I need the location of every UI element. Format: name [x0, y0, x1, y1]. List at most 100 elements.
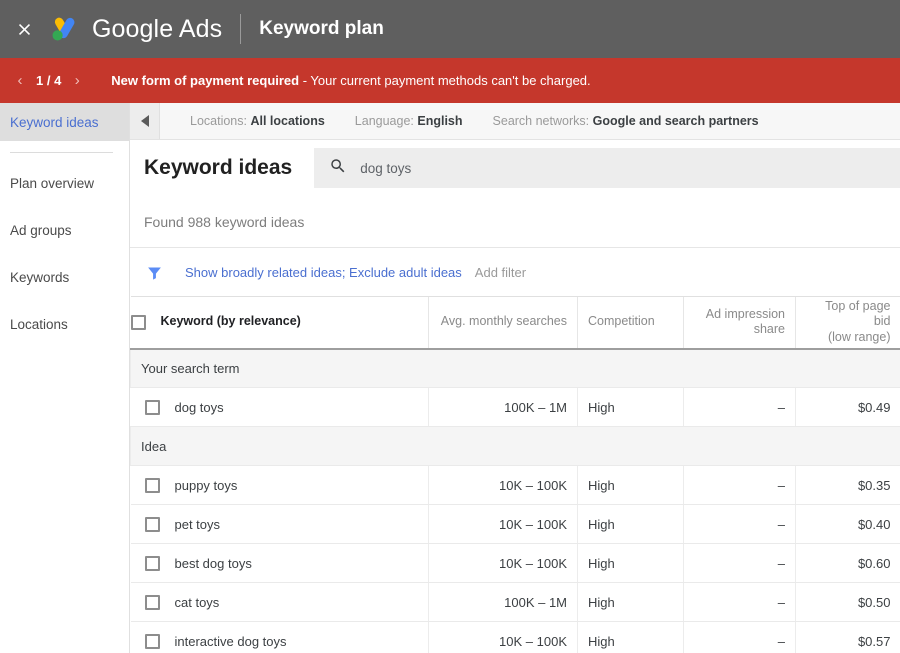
table-row[interactable]: dog toys 100K – 1M High – $0.49 — [131, 388, 900, 427]
cell-keyword: dog toys — [131, 388, 429, 427]
column-header-avg-monthly-searches[interactable]: Avg. monthly searches — [429, 297, 578, 349]
cell-keyword: puppy toys — [131, 466, 429, 505]
sidebar-item-keywords[interactable]: Keywords — [0, 258, 129, 296]
page-body: Keyword ideas Plan overview Ad groups Ke… — [0, 103, 900, 653]
cell-keyword-text: best dog toys — [175, 556, 252, 571]
cell-ad-impression-share: – — [684, 544, 796, 583]
table-row[interactable]: cat toys 100K – 1M High – $0.50 — [131, 583, 900, 622]
alert-message-body: - Your current payment methods can't be … — [299, 73, 591, 88]
cell-keyword-text: dog toys — [175, 400, 224, 415]
alert-message: New form of payment required - Your curr… — [111, 73, 590, 88]
collapse-triangle — [141, 115, 149, 127]
sidebar-item-plan-overview[interactable]: Plan overview — [0, 164, 129, 202]
google-ads-logo-icon — [46, 12, 80, 46]
cell-ad-impression-share: – — [684, 466, 796, 505]
active-filter-chip[interactable]: Show broadly related ideas; Exclude adul… — [185, 265, 462, 280]
table-row[interactable]: puppy toys 10K – 100K High – $0.35 — [131, 466, 900, 505]
header-divider — [240, 14, 241, 44]
row-checkbox[interactable] — [145, 478, 160, 493]
table-group-header-label: Your search term — [131, 349, 900, 388]
add-filter-button[interactable]: Add filter — [475, 265, 526, 280]
table-row[interactable]: pet toys 10K – 100K High – $0.40 — [131, 505, 900, 544]
column-header-competition[interactable]: Competition — [578, 297, 684, 349]
setting-locations[interactable]: Locations: All locations — [190, 114, 325, 128]
sidebar-item-ad-groups[interactable]: Ad groups — [0, 211, 129, 249]
column-header-bid-line1: Top of page bid — [825, 299, 890, 329]
sidebar-item-keyword-ideas[interactable]: Keyword ideas — [0, 103, 129, 141]
sidebar-item-label: Locations — [10, 317, 68, 332]
sidebar-gap — [0, 249, 129, 258]
row-checkbox[interactable] — [145, 400, 160, 415]
results-count-text: Found 988 keyword ideas — [144, 214, 304, 230]
brand-ads: Ads — [173, 15, 222, 43]
cell-ad-impression-share: – — [684, 622, 796, 653]
sidebar-gap — [0, 296, 129, 305]
cell-ad-impression-share: – — [684, 388, 796, 427]
close-icon[interactable] — [8, 13, 40, 45]
sidebar-gap — [0, 202, 129, 211]
cell-keyword: pet toys — [131, 505, 429, 544]
cell-top-of-page-bid: $0.35 — [796, 466, 900, 505]
cell-keyword-text: cat toys — [175, 595, 220, 610]
sidebar-item-label: Plan overview — [10, 176, 94, 191]
sidebar-nav: Keyword ideas Plan overview Ad groups Ke… — [0, 103, 130, 653]
cell-keyword-text: pet toys — [175, 517, 221, 532]
column-header-imp-line2: share — [754, 322, 785, 336]
cell-ad-impression-share: – — [684, 583, 796, 622]
filter-funnel-icon[interactable] — [146, 264, 163, 281]
cell-top-of-page-bid: $0.40 — [796, 505, 900, 544]
alert-next-icon[interactable]: › — [65, 69, 89, 93]
table-group-header: Idea — [131, 427, 900, 466]
setting-language-label: Language: — [355, 114, 414, 128]
setting-locations-value: All locations — [250, 114, 324, 128]
page-title: Keyword ideas — [144, 156, 292, 180]
cell-top-of-page-bid: $0.57 — [796, 622, 900, 653]
select-all-checkbox[interactable] — [131, 315, 146, 330]
alert-counter: 1 / 4 — [32, 73, 65, 88]
setting-networks-value: Google and search partners — [593, 114, 759, 128]
setting-networks-label: Search networks: — [493, 114, 590, 128]
row-checkbox[interactable] — [145, 517, 160, 532]
cell-top-of-page-bid: $0.49 — [796, 388, 900, 427]
row-checkbox[interactable] — [145, 595, 160, 610]
results-count-bar: Found 988 keyword ideas — [130, 196, 900, 248]
cell-competition: High — [578, 505, 684, 544]
table-group-header: Your search term — [131, 349, 900, 388]
cell-avg-monthly-searches: 10K – 100K — [429, 622, 578, 653]
cell-keyword: best dog toys — [131, 544, 429, 583]
table-header: Keyword (by relevance) Avg. monthly sear… — [131, 297, 900, 349]
collapse-left-icon[interactable] — [130, 103, 160, 139]
table-row[interactable]: interactive dog toys 10K – 100K High – $… — [131, 622, 900, 653]
column-header-bid-line2: (low range) — [828, 330, 891, 344]
cell-keyword-text: interactive dog toys — [175, 634, 287, 649]
setting-language[interactable]: Language: English — [355, 114, 463, 128]
column-header-top-of-page-bid[interactable]: Top of page bid (low range) — [796, 297, 900, 349]
column-header-ad-impression-share[interactable]: Ad impression share — [684, 297, 796, 349]
row-checkbox[interactable] — [145, 634, 160, 649]
plan-settings-bar: Locations: All locations Language: Engli… — [130, 103, 900, 140]
page-title-row: Keyword ideas dog toys — [130, 140, 900, 196]
brand-google: Google — [92, 15, 173, 43]
search-input[interactable]: dog toys — [314, 148, 900, 188]
cell-competition: High — [578, 583, 684, 622]
sidebar-item-locations[interactable]: Locations — [0, 305, 129, 343]
app-header: Google Ads Keyword plan — [0, 0, 900, 58]
column-header-keyword-label: Keyword (by relevance) — [161, 314, 301, 330]
row-checkbox[interactable] — [145, 556, 160, 571]
table-row[interactable]: best dog toys 10K – 100K High – $0.60 — [131, 544, 900, 583]
column-header-imp-line1: Ad impression — [706, 307, 785, 321]
cell-top-of-page-bid: $0.50 — [796, 583, 900, 622]
setting-locations-label: Locations: — [190, 114, 247, 128]
cell-top-of-page-bid: $0.60 — [796, 544, 900, 583]
search-input-value: dog toys — [360, 161, 411, 176]
cell-competition: High — [578, 544, 684, 583]
sidebar-item-label: Keyword ideas — [10, 115, 99, 130]
table-header-row: Keyword (by relevance) Avg. monthly sear… — [131, 297, 900, 349]
cell-competition: High — [578, 466, 684, 505]
column-header-keyword[interactable]: Keyword (by relevance) — [131, 297, 429, 349]
sidebar-item-label: Keywords — [10, 270, 69, 285]
alert-prev-icon[interactable]: ‹ — [8, 69, 32, 93]
page-context-title: Keyword plan — [259, 18, 384, 40]
setting-search-networks[interactable]: Search networks: Google and search partn… — [493, 114, 759, 128]
cell-keyword: interactive dog toys — [131, 622, 429, 653]
